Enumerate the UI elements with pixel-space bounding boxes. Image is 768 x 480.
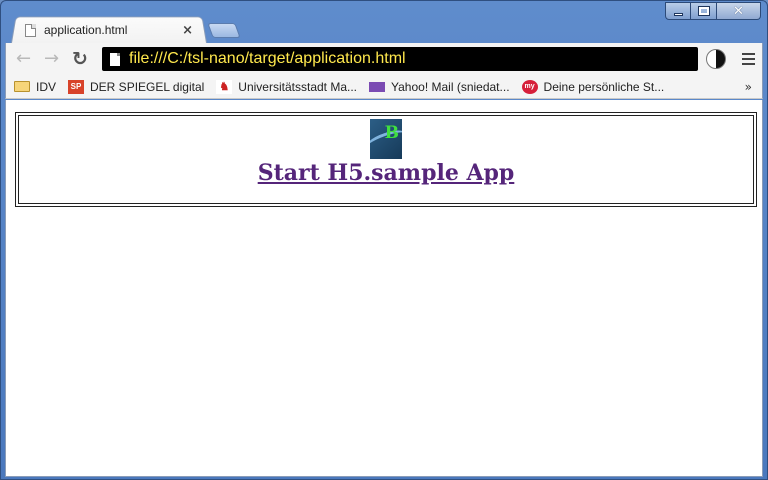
- my-icon: my: [521, 79, 538, 94]
- minimize-icon: [673, 12, 683, 16]
- bookmark-label: Deine persönliche St...: [543, 79, 665, 94]
- close-icon: ✕: [733, 3, 744, 19]
- toolbar: ← → ↻ file:///C:/tsl-nano/target/applica…: [5, 43, 763, 75]
- new-tab-button[interactable]: [207, 23, 241, 38]
- page-content: B Start H5.sample App: [5, 100, 763, 477]
- maximize-button[interactable]: [691, 2, 717, 20]
- forward-button[interactable]: →: [44, 49, 59, 69]
- app-table: B Start H5.sample App: [15, 112, 757, 207]
- bookmark-university[interactable]: ♞ Universitätsstadt Ma...: [216, 79, 358, 94]
- address-bar[interactable]: file:///C:/tsl-nano/target/application.h…: [102, 47, 698, 71]
- file-icon: [110, 52, 120, 66]
- bookmark-label: Universitätsstadt Ma...: [238, 79, 358, 94]
- back-button[interactable]: ←: [16, 49, 31, 69]
- tab-content[interactable]: application.html ×: [19, 19, 199, 41]
- spiegel-icon: SP: [68, 79, 85, 94]
- browser-window: ✕ application.html × ← → ↻ file:///C:/ts…: [0, 0, 768, 480]
- bookmark-idv[interactable]: IDV: [14, 80, 56, 94]
- folder-icon: [14, 81, 30, 92]
- start-app-link[interactable]: Start H5.sample App: [258, 160, 515, 186]
- bookmark-personal[interactable]: my Deine persönliche St...: [521, 79, 665, 94]
- url-text[interactable]: file:///C:/tsl-nano/target/application.h…: [129, 50, 406, 68]
- bookmark-label: Yahoo! Mail (sniedat...: [391, 79, 510, 94]
- tab-close-button[interactable]: ×: [182, 23, 193, 38]
- bookmark-label: DER SPIEGEL digital: [90, 79, 205, 94]
- bookmarks-overflow-button[interactable]: »: [745, 80, 752, 94]
- university-icon: ♞: [216, 79, 233, 94]
- reload-button[interactable]: ↻: [72, 49, 88, 69]
- maximize-icon: [697, 6, 710, 16]
- close-window-button[interactable]: ✕: [717, 2, 761, 20]
- app-cell: B Start H5.sample App: [18, 115, 754, 204]
- page-icon: [25, 23, 36, 37]
- menu-icon[interactable]: [742, 53, 755, 68]
- extension-icon[interactable]: [706, 49, 726, 69]
- app-logo-icon[interactable]: B: [370, 119, 402, 159]
- bookmark-yahoo-mail[interactable]: Yahoo! Mail (sniedat...: [369, 80, 510, 94]
- mail-icon: [369, 81, 386, 92]
- minimize-button[interactable]: [665, 2, 691, 20]
- bookmark-spiegel[interactable]: SP DER SPIEGEL digital: [68, 79, 205, 94]
- bookmark-label: IDV: [36, 79, 57, 94]
- tab-title: application.html: [44, 23, 128, 37]
- window-controls: ✕: [665, 2, 761, 20]
- bookmarks-bar: IDV SP DER SPIEGEL digital ♞ Universität…: [5, 75, 763, 99]
